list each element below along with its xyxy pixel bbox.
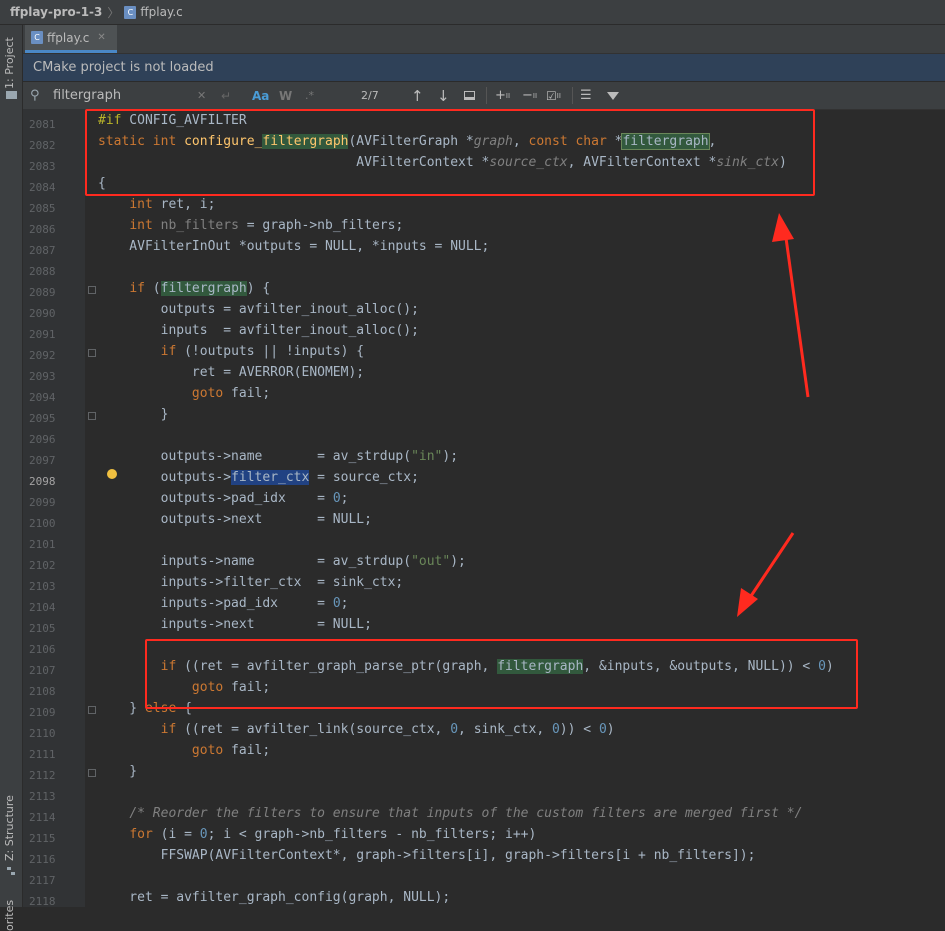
arrow-up-to-signature bbox=[772, 213, 810, 398]
fold-marker-icon[interactable] bbox=[88, 706, 96, 714]
annotation-arrows bbox=[737, 213, 810, 617]
intention-bulb-icon[interactable] bbox=[107, 469, 117, 479]
arrow-down-to-parse-call bbox=[737, 532, 795, 617]
fold-marker-icon[interactable] bbox=[88, 769, 96, 777]
fold-marker-icon[interactable] bbox=[88, 349, 96, 357]
fold-marker-icon[interactable] bbox=[88, 412, 96, 420]
fold-marker-icon[interactable] bbox=[88, 286, 96, 294]
